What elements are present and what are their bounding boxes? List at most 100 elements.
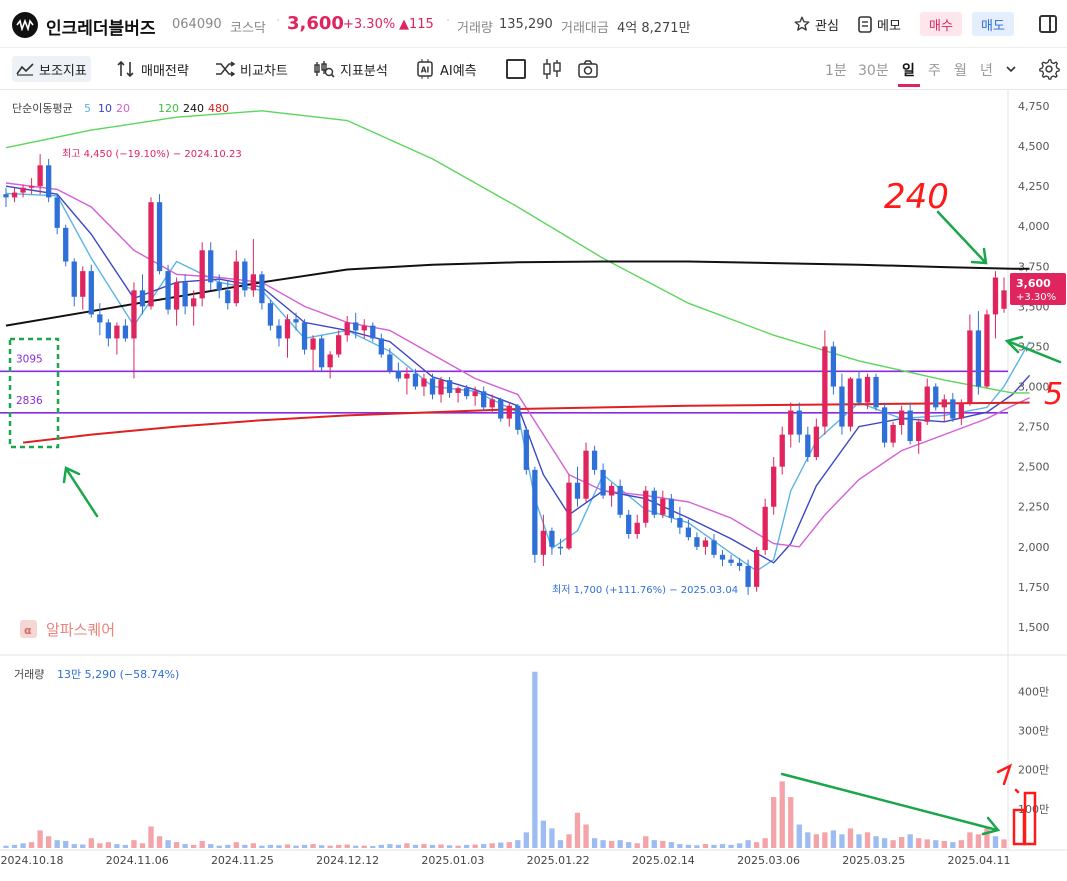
volume-bar	[941, 840, 947, 848]
volume-bar	[660, 840, 666, 848]
volume-bar	[779, 781, 785, 848]
volume-label: 거래량	[457, 21, 493, 36]
volume-bar	[498, 842, 504, 848]
memo-label: 메모	[877, 18, 901, 34]
buy-button[interactable]: 매수	[920, 12, 962, 36]
strategy-button[interactable]: 매매전략	[112, 56, 193, 82]
candle-body	[813, 426, 819, 458]
candle-body	[992, 277, 999, 315]
volume-bar	[3, 845, 9, 848]
gear-icon[interactable]	[1038, 58, 1060, 80]
candle-body	[702, 540, 709, 547]
candle-body	[429, 378, 436, 395]
stock-header: 인크레더블버즈 064090 코스닥 · 3,600 +3.30% ▲115 ·…	[0, 0, 1067, 48]
volume-bar	[523, 832, 529, 848]
volume-bar	[967, 832, 973, 848]
volume-bar	[225, 844, 231, 848]
volume-bar	[762, 838, 768, 848]
price-tick-3: 4,000	[1018, 220, 1050, 233]
volume-bar	[148, 826, 154, 848]
current-price-tag-change: +3.30%	[1016, 292, 1056, 303]
candle-body	[208, 250, 214, 283]
candle-body	[719, 554, 726, 560]
volume-bar	[489, 843, 495, 848]
timeframe-month[interactable]: 월	[954, 60, 967, 80]
date-tick-6: 2025.02.14	[632, 854, 695, 867]
timeframe-1min[interactable]: 1분	[825, 60, 847, 80]
timeframe-year[interactable]: 년	[980, 60, 993, 80]
candle-body	[267, 303, 274, 326]
candle-body	[898, 410, 905, 425]
candle-body	[779, 434, 785, 467]
ai-predict-button[interactable]: AI AI예측	[411, 56, 481, 82]
price-chart[interactable]: 4,7504,5004,2504,0003,7503,5003,2503,000…	[0, 90, 1067, 881]
volume-bar	[694, 845, 700, 848]
volume-bar	[1001, 839, 1007, 848]
timeframe-30min[interactable]: 30분	[858, 60, 889, 80]
volume-bar	[711, 844, 717, 848]
candle-body	[191, 298, 197, 307]
timeframe-week[interactable]: 주	[928, 60, 941, 80]
candle-body	[318, 338, 325, 368]
analysis-button[interactable]: 지표분석	[309, 56, 392, 82]
side-panel-icon[interactable]	[1039, 15, 1057, 33]
volume-bar	[20, 843, 26, 848]
candle-body	[88, 271, 94, 315]
watch-button[interactable]: 관심	[793, 12, 839, 36]
indicators-button[interactable]: 보조지표	[12, 56, 91, 82]
ma-legend-title: 단순이동평균	[12, 102, 73, 115]
candle-body	[685, 527, 692, 538]
hand-annotation-5: 5	[1044, 377, 1063, 412]
volume-bar	[301, 844, 308, 848]
volume-bar	[771, 797, 777, 848]
volume-bar	[54, 840, 60, 848]
candle-body	[924, 386, 930, 422]
volume-bar	[267, 844, 274, 848]
date-tick-3: 2024.12.12	[316, 854, 379, 867]
candle-body	[847, 378, 854, 427]
draw-box-icon[interactable]	[506, 59, 526, 79]
volume-bar	[284, 844, 291, 848]
candle-body	[745, 566, 751, 587]
candle-body	[617, 485, 623, 515]
ma-legend-120: 120	[158, 102, 179, 115]
volume-bars	[3, 671, 1007, 848]
volume-bar	[668, 842, 674, 848]
volume-bar	[208, 844, 214, 848]
stock-code: 064090	[172, 17, 222, 32]
volume-bar	[950, 842, 956, 848]
volume-bar	[540, 820, 547, 848]
camera-icon[interactable]	[577, 58, 599, 80]
current-price-tag-value: 3,600	[1016, 277, 1051, 290]
volume-bar	[574, 812, 581, 848]
volume-bar	[242, 844, 248, 848]
candle-body	[557, 546, 564, 549]
timeframe-day[interactable]: 일	[902, 60, 915, 80]
candle-body	[864, 376, 871, 403]
candle-body	[489, 399, 495, 408]
date-tick-8: 2025.03.25	[842, 854, 905, 867]
volume-bar	[310, 844, 316, 848]
price-tick-1: 4,500	[1018, 140, 1050, 153]
price-tick-12: 1,750	[1018, 581, 1050, 594]
volume-bar	[114, 844, 120, 848]
candle-body	[412, 373, 419, 387]
candle-body	[771, 466, 777, 507]
compare-button[interactable]: 비교차트	[211, 56, 292, 82]
volume-bar	[788, 797, 794, 848]
memo-button[interactable]: 메모	[857, 12, 901, 36]
sell-button[interactable]: 매도	[972, 12, 1014, 36]
volume-bar	[608, 840, 615, 848]
candle-body	[890, 424, 896, 443]
volume-bar	[634, 843, 640, 848]
hand-annotation-240: 240	[884, 177, 949, 217]
volume-bar	[847, 828, 854, 848]
candle-body	[370, 325, 376, 339]
candle-body	[600, 469, 606, 496]
date-tick-1: 2024.11.06	[106, 854, 169, 867]
candle-body	[71, 261, 77, 297]
ma-legend-5: 5	[84, 102, 91, 115]
candle-body	[643, 490, 649, 523]
chevron-down-icon[interactable]	[1005, 64, 1017, 74]
candle-type-icon[interactable]	[541, 58, 563, 80]
